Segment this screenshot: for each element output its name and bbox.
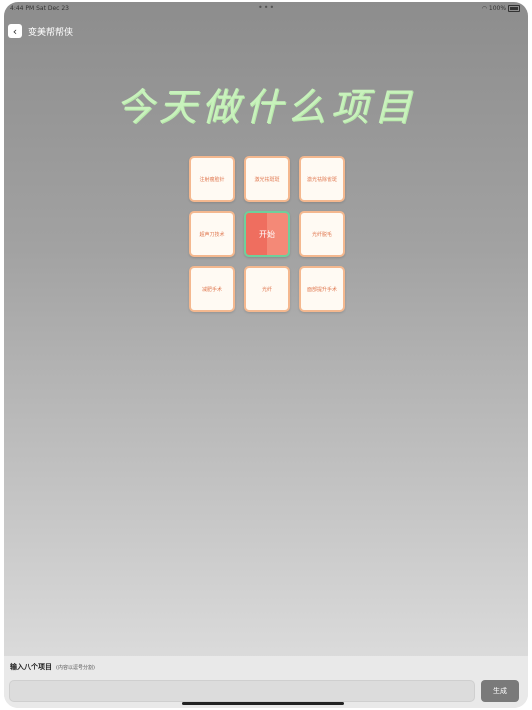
- chevron-left-icon: ‹: [12, 24, 18, 38]
- grid-cell-1[interactable]: 注射瘦脸针: [189, 156, 235, 202]
- nav-title: 变美帮帮侠: [28, 28, 74, 38]
- grid-cell-8[interactable]: 面部提升手术: [299, 266, 345, 312]
- input-panel: 输入八个项目 (内容以逗号分割) 生成: [4, 656, 528, 708]
- page-headline: 今天做什么项目: [115, 85, 417, 129]
- generate-button[interactable]: 生成: [481, 680, 519, 702]
- grid-cell-2[interactable]: 激光祛斑斑: [244, 156, 290, 202]
- battery-percent: 100%: [488, 5, 507, 12]
- input-hint-text: (内容以逗号分割): [56, 665, 95, 671]
- start-button[interactable]: 开始: [244, 211, 290, 257]
- input-panel-label: 输入八个项目 (内容以逗号分割): [10, 662, 95, 672]
- grid-cell-3[interactable]: 激光祛除雀斑: [299, 156, 345, 202]
- app-window: 4:44 PM Sat Dec 23 ••• ◠ 100% ‹ 变美帮帮侠 今天…: [4, 2, 528, 708]
- home-indicator[interactable]: [182, 702, 344, 705]
- grid-cell-6[interactable]: 减肥手术: [189, 266, 235, 312]
- back-button[interactable]: ‹: [8, 24, 22, 38]
- multitask-dots-icon[interactable]: •••: [258, 3, 275, 12]
- status-bar: 4:44 PM Sat Dec 23 ••• ◠ 100%: [4, 2, 528, 14]
- status-right: ◠ 100%: [482, 5, 520, 12]
- projects-input[interactable]: [9, 680, 475, 702]
- project-grid: 注射瘦脸针 激光祛斑斑 激光祛除雀斑 超声刀技术 开始 光纤脱毛 减肥手术 光纤…: [184, 153, 345, 313]
- battery-icon: [508, 5, 520, 12]
- wifi-icon: ◠: [481, 5, 487, 12]
- grid-cell-7[interactable]: 光纤: [244, 266, 290, 312]
- input-label-text: 输入八个项目: [10, 663, 52, 671]
- status-time-date: 4:44 PM Sat Dec 23: [10, 5, 69, 12]
- grid-cell-5[interactable]: 光纤脱毛: [299, 211, 345, 257]
- grid-cell-4[interactable]: 超声刀技术: [189, 211, 235, 257]
